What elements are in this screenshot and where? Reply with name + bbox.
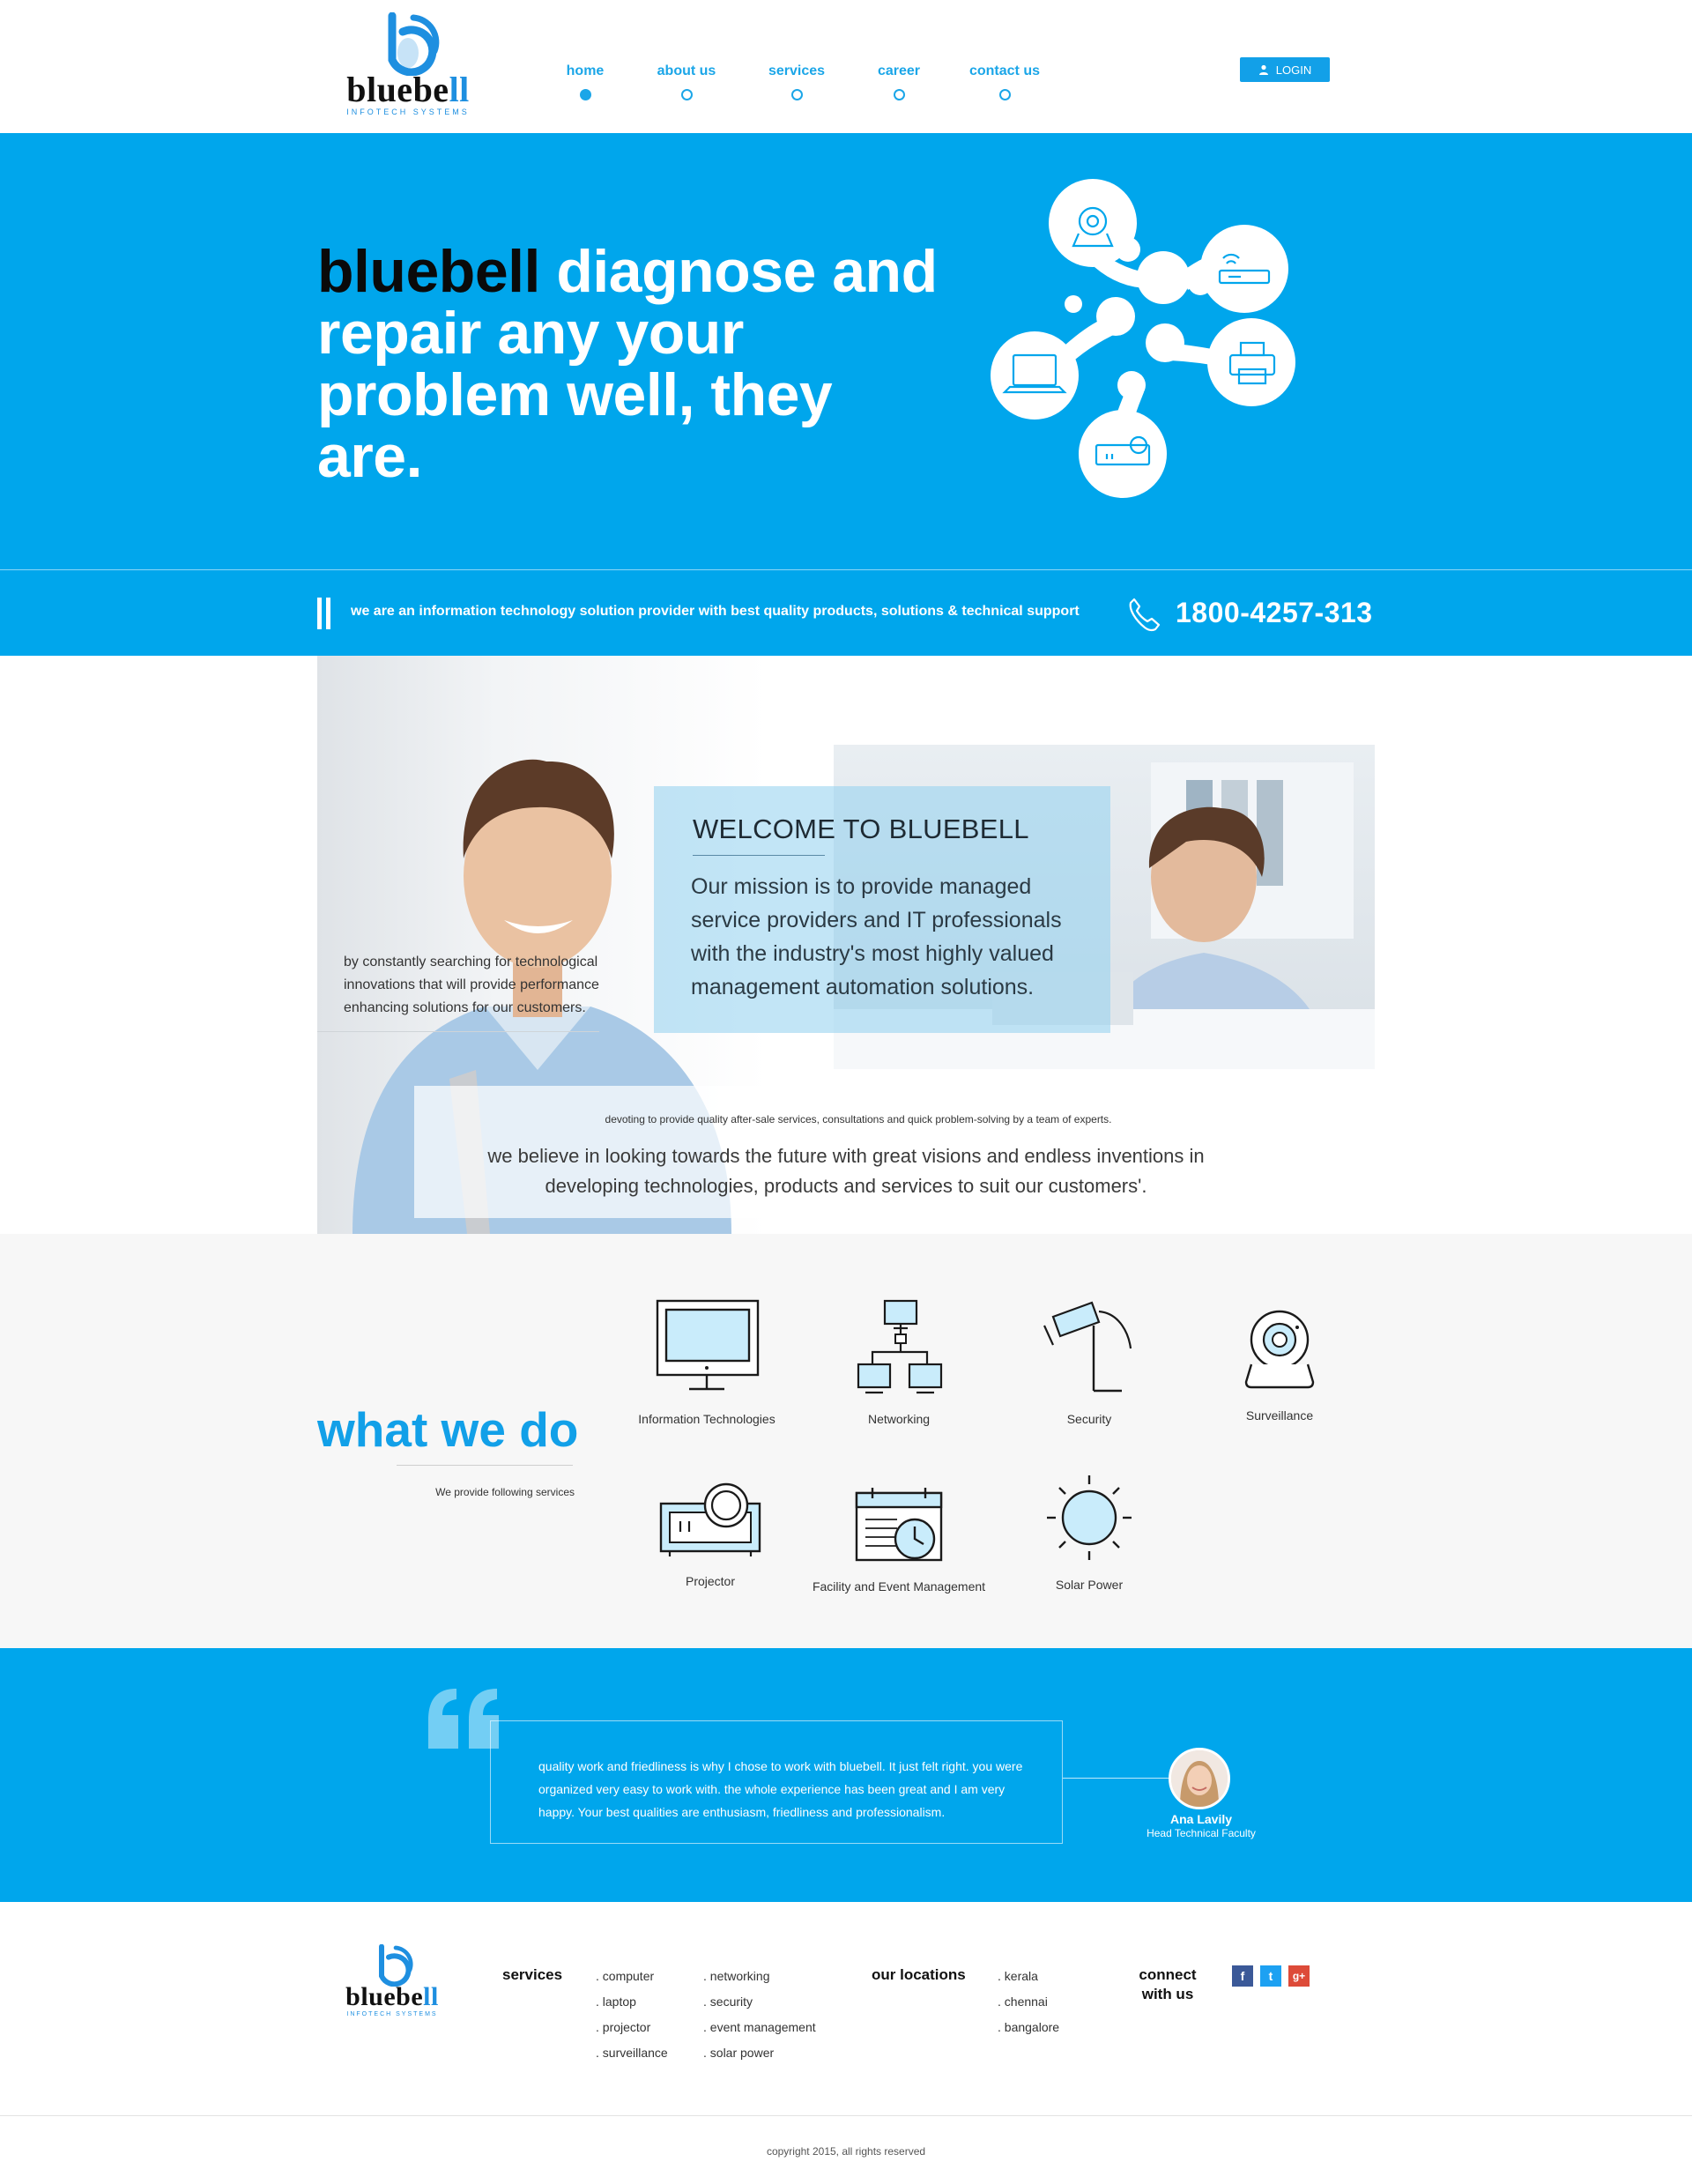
author-photo-image [1171, 1750, 1228, 1807]
phone-number[interactable]: 1800-4257-313 [1176, 597, 1373, 629]
quote-connector [1063, 1778, 1172, 1779]
footer-location-bangalore[interactable]: . bangalore [998, 2015, 1059, 2040]
calendar-clock-icon [855, 1488, 943, 1562]
network-icon [857, 1299, 943, 1394]
nav-dot [579, 89, 591, 100]
header-logo[interactable]: bluebell INFOTECH SYSTEMS [340, 12, 476, 116]
nav-contact-us[interactable]: contact us [943, 63, 1066, 100]
copyright: copyright 2015, all rights reserved [766, 2145, 926, 2158]
user-icon [1258, 64, 1268, 75]
double-bar-mark-icon [317, 598, 335, 629]
footer-location-chennai[interactable]: . chennai [998, 1989, 1059, 2015]
avatar [1169, 1748, 1230, 1809]
footer-link-event-management[interactable]: . event management [703, 2015, 816, 2040]
twitter-icon[interactable]: t [1260, 1965, 1281, 1987]
footer-logo[interactable]: bluebell INFOTECH SYSTEMS [342, 1944, 442, 2017]
logo-tagline: INFOTECH SYSTEMS [346, 2011, 438, 2017]
service-networking[interactable]: Networking [802, 1299, 996, 1428]
mission-statement: Our mission is to provide managed servic… [691, 874, 1062, 999]
testimonial-quote-box: quality work and friedliness is why I ch… [490, 1720, 1063, 1844]
what-we-do-section: what we do We provide following services… [0, 1234, 1692, 1648]
google-plus-icon[interactable]: g+ [1288, 1965, 1310, 1987]
service-projector[interactable]: Projector [613, 1482, 807, 1590]
services-subtitle: We provide following services [435, 1486, 575, 1498]
company-tagline: we are an information technology solutio… [351, 604, 1080, 619]
footer-link-networking[interactable]: . networking [703, 1964, 816, 1989]
nav-dot [893, 89, 905, 100]
welcome-section: by constantly searching for technologica… [0, 656, 1692, 1234]
services-divider [397, 1465, 573, 1466]
logo-wordmark: bluebell [346, 70, 470, 109]
nav-dot [998, 89, 1011, 100]
nav-dot [680, 89, 693, 100]
security-camera-icon [1043, 1301, 1132, 1393]
logo-tagline: INFOTECH SYSTEMS [346, 108, 470, 116]
tagline-bar: we are an information technology solutio… [0, 569, 1692, 656]
welcome-title: WELCOME TO BLUEBELL [693, 813, 1029, 844]
monitor-icon [656, 1299, 760, 1391]
belief-text: we believe in looking towards the future… [487, 1145, 1205, 1197]
innovation-caption: by constantly searching for technologica… [344, 955, 599, 1015]
welcome-card: WELCOME TO BLUEBELL Our mission is to pr… [654, 786, 1110, 1033]
nav-about-us[interactable]: about us [625, 63, 748, 100]
footer-link-projector[interactable]: . projector [596, 2015, 668, 2040]
facebook-icon[interactable]: f [1232, 1965, 1253, 1987]
nav-career[interactable]: career [837, 63, 961, 100]
sun-icon [1047, 1475, 1132, 1560]
service-solar-power[interactable]: Solar Power [992, 1474, 1186, 1593]
phone-icon [1129, 598, 1161, 632]
logo-wordmark: bluebell [345, 1982, 439, 2011]
service-facility-and-event-management[interactable]: Facility and Event Management [802, 1488, 996, 1595]
footer-link-surveillance[interactable]: . surveillance [596, 2040, 668, 2066]
footer-services-list-2: . networking . security . event manageme… [703, 1964, 816, 2066]
footer-locations-heading: our locations [872, 1966, 966, 1983]
site-footer: bluebell INFOTECH SYSTEMS services . com… [0, 1902, 1692, 2184]
bluebell-b-logo-icon [379, 1944, 413, 1987]
nav-dot [790, 89, 803, 100]
hero-banner: bluebell diagnose and repair any your pr… [0, 133, 1692, 569]
social-links: f t g+ [1232, 1965, 1310, 1987]
footer-link-solar-power[interactable]: . solar power [703, 2040, 816, 2066]
services-title: what we do [317, 1402, 579, 1457]
bluebell-b-logo-icon [388, 12, 440, 76]
devote-text: devoting to provide quality after-sale s… [605, 1113, 1112, 1125]
footer-location-kerala[interactable]: . kerala [998, 1964, 1059, 1989]
footer-connect-heading: connect with us [1139, 1966, 1197, 2002]
footer-locations-list: . kerala . chennai . bangalore [998, 1964, 1059, 2040]
welcome-divider [693, 855, 825, 856]
service-information-technologies[interactable]: Information Technologies [610, 1299, 804, 1428]
hero-title: bluebell diagnose and repair any your pr… [317, 238, 938, 490]
footer-services-list-1: . computer . laptop . projector . survei… [596, 1964, 668, 2066]
site-header: bluebell INFOTECH SYSTEMS home about us … [0, 0, 1692, 133]
footer-link-security[interactable]: . security [703, 1989, 816, 2015]
service-surveillance[interactable]: Surveillance [1183, 1308, 1377, 1424]
testimonial-section: quality work and friedliness is why I ch… [0, 1648, 1692, 1902]
webcam-icon [1244, 1310, 1315, 1389]
testimonial-author: Ana Lavily [1169, 1812, 1233, 1826]
device-network-graphic [991, 179, 1295, 498]
testimonial-quote: quality work and friedliness is why I ch… [538, 1759, 1023, 1819]
footer-link-laptop[interactable]: . laptop [596, 1989, 668, 2015]
footer-services-heading: services [502, 1966, 563, 1983]
login-button[interactable]: LOGIN [1240, 57, 1330, 82]
caption-divider [317, 1031, 599, 1032]
footer-divider [0, 2115, 1692, 2116]
testimonial-author-role: Head Technical Faculty [1147, 1827, 1256, 1839]
footer-link-computer[interactable]: . computer [596, 1964, 668, 1989]
service-security[interactable]: Security [992, 1299, 1186, 1428]
projector-icon [659, 1482, 761, 1556]
